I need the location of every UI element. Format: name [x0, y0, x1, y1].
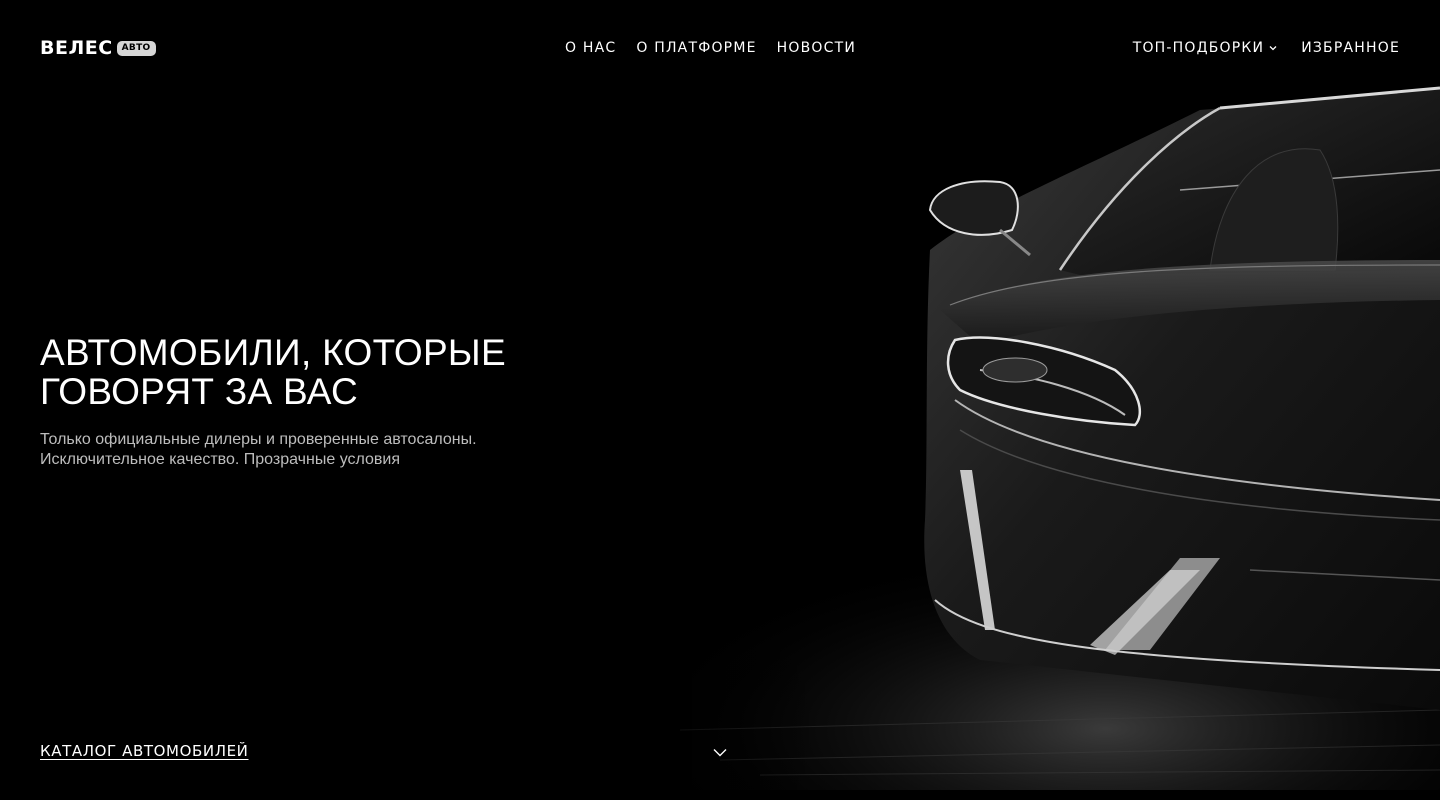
catalog-link[interactable]: КАТАЛОГ АВТОМОБИЛЕЙ: [40, 741, 249, 761]
site-header: ВЕЛЕС АВТО О НАС О ПЛАТФОРМЕ НОВОСТИ ТОП…: [0, 0, 1440, 96]
hero-subtitle-line-2: Исключительное качество. Прозрачные усло…: [40, 451, 401, 468]
top-selections-label: ТОП-ПОДБОРКИ: [1132, 40, 1265, 56]
chevron-down-icon: [1269, 46, 1277, 51]
hero-title: АВТОМОБИЛИ, КОТОРЫЕ ГОВОРЯТ ЗА ВАС: [40, 333, 600, 411]
logo-badge: АВТО: [116, 40, 156, 56]
nav-link-platform[interactable]: О ПЛАТФОРМЕ: [636, 40, 756, 56]
hero-title-line-2: ГОВОРЯТ ЗА ВАС: [40, 371, 358, 412]
secondary-nav: ТОП-ПОДБОРКИ ИЗБРАННОЕ: [1133, 40, 1400, 56]
hero-subtitle-line-1: Только официальные дилеры и проверенные …: [40, 431, 477, 448]
chevron-down-icon: [713, 748, 727, 756]
scroll-down-button[interactable]: [710, 742, 730, 762]
logo-wordmark: ВЕЛЕС: [40, 37, 113, 59]
hero-title-line-1: АВТОМОБИЛИ, КОТОРЫЕ: [40, 332, 506, 373]
top-selections-dropdown[interactable]: ТОП-ПОДБОРКИ: [1133, 40, 1278, 56]
nav-link-about[interactable]: О НАС: [565, 40, 616, 56]
logo[interactable]: ВЕЛЕС АВТО: [40, 38, 156, 58]
nav-link-favorites[interactable]: ИЗБРАННОЕ: [1301, 40, 1400, 56]
nav-link-news[interactable]: НОВОСТИ: [777, 40, 856, 56]
main-nav: О НАС О ПЛАТФОРМЕ НОВОСТИ: [565, 40, 856, 56]
hero-car-image: [560, 70, 1440, 790]
hero-subtitle: Только официальные дилеры и проверенные …: [40, 430, 600, 470]
